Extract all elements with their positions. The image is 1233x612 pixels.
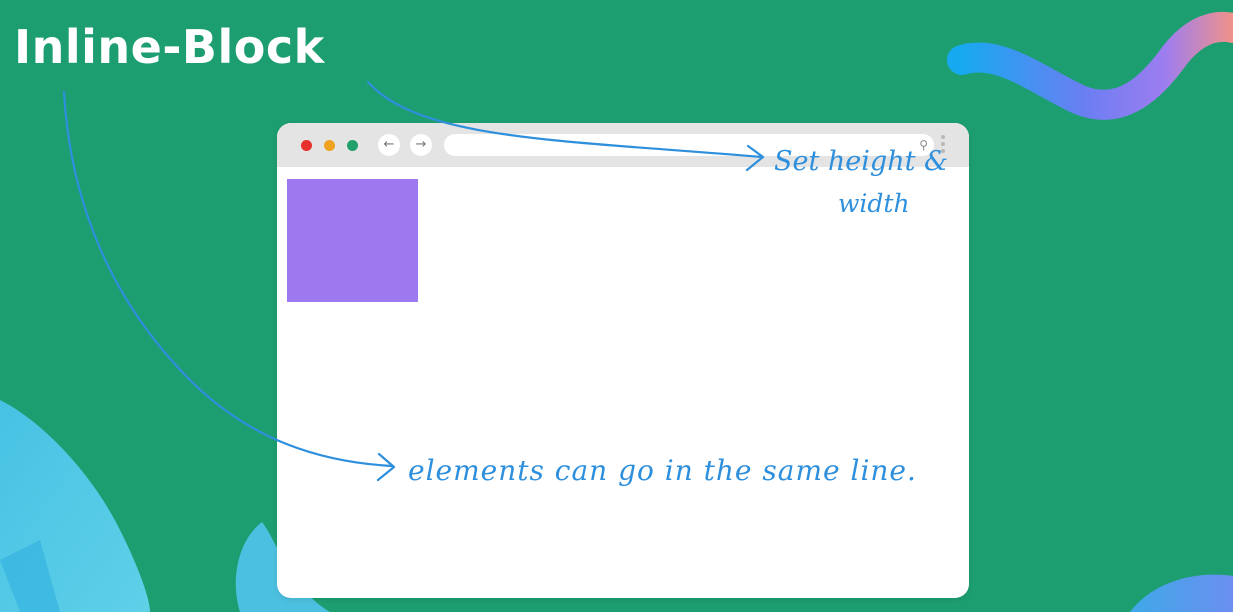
annotation-width: width xyxy=(838,189,910,218)
squiggle-decoration xyxy=(947,11,1233,120)
close-dot[interactable] xyxy=(301,140,312,151)
back-arrow-icon[interactable]: ← xyxy=(378,134,400,156)
maximize-dot[interactable] xyxy=(347,140,358,151)
slide-title: Inline-Block xyxy=(14,20,325,74)
minimize-dot[interactable] xyxy=(324,140,335,151)
annotation-same-line: elements can go in the same line. xyxy=(408,454,917,487)
right-blob-decoration xyxy=(1130,574,1233,612)
annotation-set-height-width: Set height & xyxy=(774,146,949,177)
forward-arrow-icon[interactable]: → xyxy=(410,134,432,156)
inline-block-box xyxy=(287,179,418,302)
